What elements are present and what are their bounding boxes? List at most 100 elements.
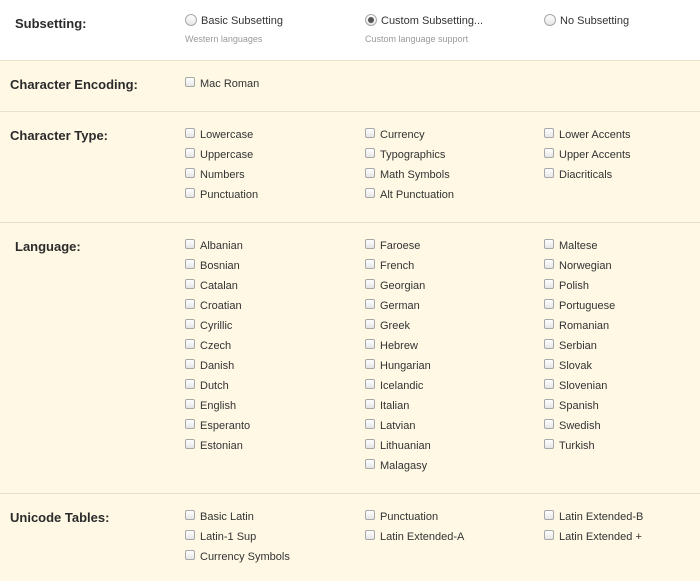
- checkbox-icon[interactable]: [185, 379, 195, 389]
- language-hebrew-checkbox[interactable]: Hebrew: [365, 339, 418, 358]
- checkbox-icon[interactable]: [365, 359, 375, 369]
- language-italian-checkbox[interactable]: Italian: [365, 399, 409, 418]
- language-estonian-checkbox[interactable]: Estonian: [185, 439, 243, 458]
- checkbox-icon[interactable]: [185, 279, 195, 289]
- checkbox-icon[interactable]: [544, 319, 554, 329]
- checkbox-icon[interactable]: [185, 439, 195, 449]
- checkbox-icon[interactable]: [185, 299, 195, 309]
- language-croatian-checkbox[interactable]: Croatian: [185, 299, 242, 318]
- language-cyrillic-checkbox[interactable]: Cyrillic: [185, 319, 232, 338]
- chartype-typographics-checkbox[interactable]: Typographics: [365, 148, 445, 167]
- unicode-latin-extended-checkbox[interactable]: Latin Extended +: [544, 530, 642, 549]
- checkbox-icon[interactable]: [185, 188, 195, 198]
- language-swedish-checkbox[interactable]: Swedish: [544, 419, 601, 438]
- checkbox-icon[interactable]: [185, 339, 195, 349]
- checkbox-icon[interactable]: [365, 459, 375, 469]
- checkbox-icon[interactable]: [185, 239, 195, 249]
- language-hungarian-checkbox[interactable]: Hungarian: [365, 359, 431, 378]
- checkbox-icon[interactable]: [185, 399, 195, 409]
- language-romanian-checkbox[interactable]: Romanian: [544, 319, 609, 338]
- language-danish-checkbox[interactable]: Danish: [185, 359, 234, 378]
- no-subsetting-radio[interactable]: No Subsetting: [544, 14, 629, 33]
- custom-subsetting-radio[interactable]: Custom Subsetting...: [365, 14, 483, 33]
- language-lithuanian-checkbox[interactable]: Lithuanian: [365, 439, 431, 458]
- checkbox-icon[interactable]: [185, 319, 195, 329]
- unicode-latin-extended-b-checkbox[interactable]: Latin Extended-B: [544, 510, 643, 529]
- checkbox-icon[interactable]: [365, 439, 375, 449]
- basic-subsetting-radio[interactable]: Basic Subsetting: [185, 14, 283, 33]
- checkbox-icon[interactable]: [185, 419, 195, 429]
- unicode-currency-symbols-checkbox[interactable]: Currency Symbols: [185, 550, 290, 569]
- chartype-math-symbols-checkbox[interactable]: Math Symbols: [365, 168, 450, 187]
- language-norwegian-checkbox[interactable]: Norwegian: [544, 259, 612, 278]
- checkbox-icon[interactable]: [365, 299, 375, 309]
- checkbox-icon[interactable]: [544, 299, 554, 309]
- language-polish-checkbox[interactable]: Polish: [544, 279, 589, 298]
- chartype-lowercase-checkbox[interactable]: Lowercase: [185, 128, 253, 147]
- checkbox-icon[interactable]: [365, 530, 375, 540]
- checkbox-icon[interactable]: [544, 399, 554, 409]
- checkbox-icon[interactable]: [544, 530, 554, 540]
- language-bosnian-checkbox[interactable]: Bosnian: [185, 259, 240, 278]
- checkbox-icon[interactable]: [365, 239, 375, 249]
- language-german-checkbox[interactable]: German: [365, 299, 420, 318]
- language-slovenian-checkbox[interactable]: Slovenian: [544, 379, 607, 398]
- checkbox-icon[interactable]: [544, 148, 554, 158]
- checkbox-icon[interactable]: [185, 550, 195, 560]
- language-greek-checkbox[interactable]: Greek: [365, 319, 410, 338]
- chartype-upper-accents-checkbox[interactable]: Upper Accents: [544, 148, 631, 167]
- checkbox-icon[interactable]: [365, 339, 375, 349]
- chartype-uppercase-checkbox[interactable]: Uppercase: [185, 148, 253, 167]
- language-turkish-checkbox[interactable]: Turkish: [544, 439, 595, 458]
- checkbox-icon[interactable]: [185, 259, 195, 269]
- checkbox-icon[interactable]: [365, 168, 375, 178]
- chartype-alt-punctuation-checkbox[interactable]: Alt Punctuation: [365, 188, 454, 207]
- checkbox-icon[interactable]: [544, 439, 554, 449]
- checkbox-icon[interactable]: [185, 359, 195, 369]
- checkbox-icon[interactable]: [365, 379, 375, 389]
- checkbox-icon[interactable]: [365, 259, 375, 269]
- checkbox-icon[interactable]: [544, 128, 554, 138]
- checkbox-icon[interactable]: [544, 279, 554, 289]
- language-maltese-checkbox[interactable]: Maltese: [544, 239, 598, 258]
- checkbox-icon[interactable]: [544, 259, 554, 269]
- language-portuguese-checkbox[interactable]: Portuguese: [544, 299, 615, 318]
- checkbox-icon[interactable]: [544, 510, 554, 520]
- language-spanish-checkbox[interactable]: Spanish: [544, 399, 599, 418]
- radio-checked-icon[interactable]: [365, 14, 377, 26]
- chartype-lower-accents-checkbox[interactable]: Lower Accents: [544, 128, 631, 147]
- checkbox-icon[interactable]: [544, 239, 554, 249]
- language-georgian-checkbox[interactable]: Georgian: [365, 279, 425, 298]
- checkbox-icon[interactable]: [365, 319, 375, 329]
- checkbox-icon[interactable]: [185, 128, 195, 138]
- language-serbian-checkbox[interactable]: Serbian: [544, 339, 597, 358]
- checkbox-icon[interactable]: [365, 399, 375, 409]
- checkbox-icon[interactable]: [185, 530, 195, 540]
- checkbox-icon[interactable]: [185, 77, 195, 87]
- language-icelandic-checkbox[interactable]: Icelandic: [365, 379, 423, 398]
- checkbox-icon[interactable]: [365, 148, 375, 158]
- radio-icon[interactable]: [544, 14, 556, 26]
- unicode-latin-1-sup-checkbox[interactable]: Latin-1 Sup: [185, 530, 256, 549]
- checkbox-icon[interactable]: [365, 510, 375, 520]
- language-dutch-checkbox[interactable]: Dutch: [185, 379, 229, 398]
- language-czech-checkbox[interactable]: Czech: [185, 339, 231, 358]
- language-french-checkbox[interactable]: French: [365, 259, 414, 278]
- checkbox-icon[interactable]: [544, 419, 554, 429]
- language-catalan-checkbox[interactable]: Catalan: [185, 279, 238, 298]
- language-latvian-checkbox[interactable]: Latvian: [365, 419, 415, 438]
- checkbox-icon[interactable]: [185, 148, 195, 158]
- chartype-numbers-checkbox[interactable]: Numbers: [185, 168, 245, 187]
- checkbox-icon[interactable]: [365, 419, 375, 429]
- chartype-diacriticals-checkbox[interactable]: Diacriticals: [544, 168, 612, 187]
- checkbox-icon[interactable]: [365, 188, 375, 198]
- checkbox-icon[interactable]: [185, 510, 195, 520]
- mac-roman-checkbox[interactable]: Mac Roman: [185, 77, 259, 96]
- checkbox-icon[interactable]: [544, 379, 554, 389]
- checkbox-icon[interactable]: [365, 279, 375, 289]
- unicode-basic-latin-checkbox[interactable]: Basic Latin: [185, 510, 254, 529]
- language-malagasy-checkbox[interactable]: Malagasy: [365, 459, 427, 478]
- unicode-latin-extended-a-checkbox[interactable]: Latin Extended-A: [365, 530, 464, 549]
- checkbox-icon[interactable]: [544, 339, 554, 349]
- checkbox-icon[interactable]: [185, 168, 195, 178]
